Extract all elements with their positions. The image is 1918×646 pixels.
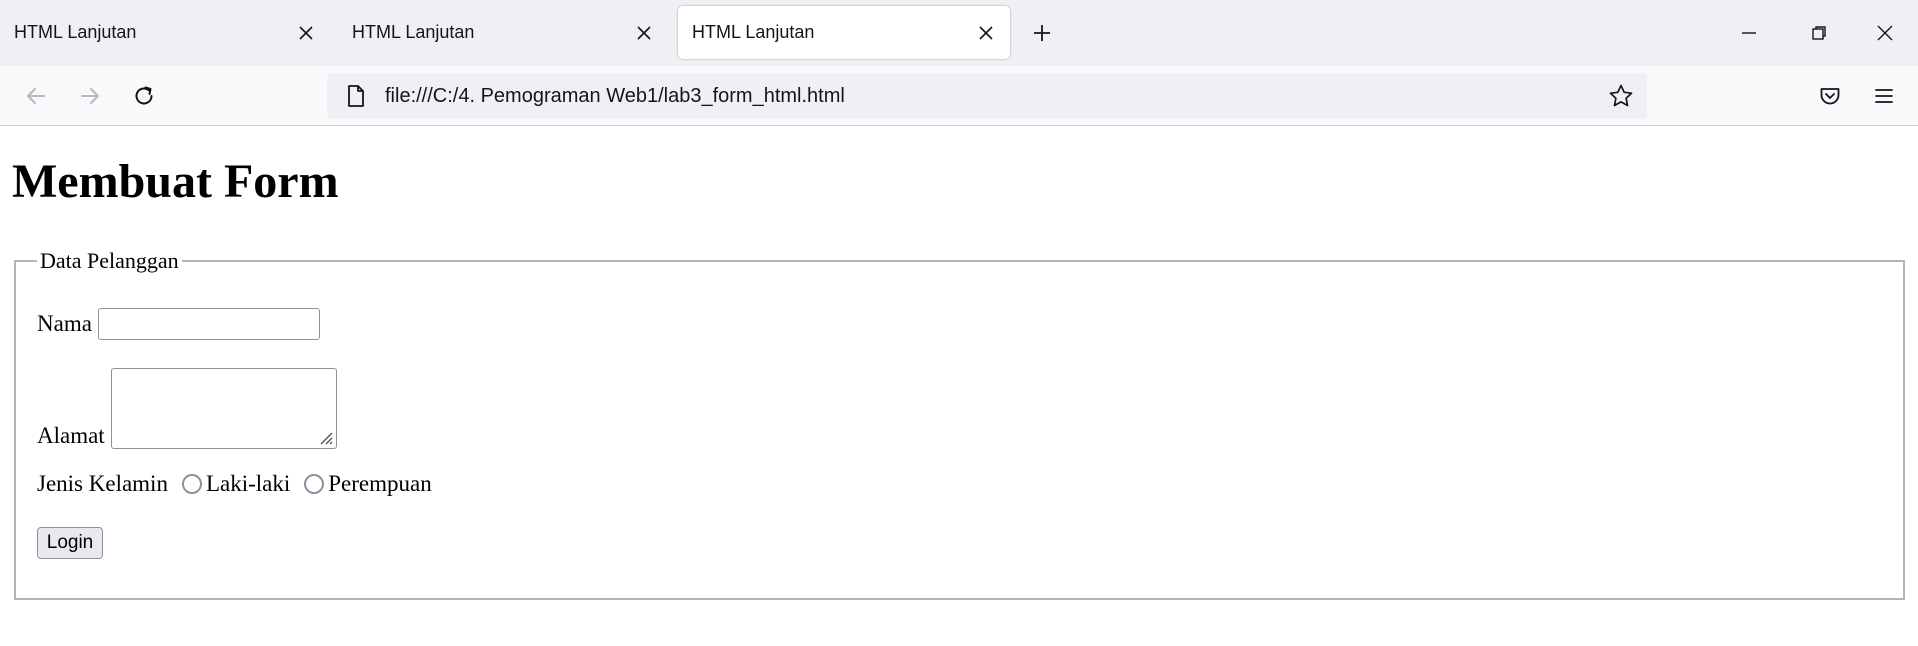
arrow-right-icon[interactable]: [70, 76, 110, 116]
login-button[interactable]: Login: [37, 527, 103, 559]
restore-icon[interactable]: [1796, 10, 1842, 56]
radio-label-perempuan[interactable]: Perempuan: [328, 471, 431, 497]
pocket-icon[interactable]: [1810, 76, 1850, 116]
nama-input[interactable]: [97, 308, 320, 340]
tab-title: HTML Lanjutan: [14, 22, 137, 42]
url-text[interactable]: file:///C:/4. Pemograman Web1/lab3_form_…: [385, 85, 1599, 108]
plus-icon[interactable]: [1024, 15, 1060, 51]
browser-tab[interactable]: HTML Lanjutan: [0, 6, 330, 59]
navigation-toolbar: file:///C:/4. Pemograman Web1/lab3_form_…: [0, 66, 1918, 126]
alamat-label: Alamat: [37, 423, 105, 448]
page-title: Membuat Form: [12, 155, 339, 208]
alamat-textarea[interactable]: [110, 368, 337, 449]
tab-title: HTML Lanjutan: [352, 22, 475, 42]
window-close-icon[interactable]: [1862, 10, 1908, 56]
customer-fieldset: Data Pelanggan Nama Alamat Jenis Kelamin…: [14, 248, 1905, 600]
tab-title: HTML Lanjutan: [692, 22, 815, 42]
radio-laki-laki[interactable]: [181, 474, 202, 494]
alamat-row: Alamat: [37, 368, 337, 449]
nama-label: Nama: [37, 311, 92, 336]
arrow-left-icon[interactable]: [16, 76, 56, 116]
tab-strip: HTML Lanjutan HTML Lanjutan HTML Lanjuta…: [0, 0, 1918, 66]
radio-perempuan[interactable]: [304, 474, 325, 494]
hamburger-menu-icon[interactable]: [1864, 76, 1904, 116]
jenis-kelamin-row: Jenis Kelamin Laki-laki Perempuan: [37, 471, 432, 497]
nama-row: Nama: [37, 308, 320, 340]
star-icon[interactable]: [1599, 74, 1643, 118]
jenis-kelamin-label: Jenis Kelamin: [37, 471, 168, 496]
browser-tab-active[interactable]: HTML Lanjutan: [678, 6, 1010, 59]
close-icon[interactable]: [968, 15, 1004, 51]
radio-label-laki-laki[interactable]: Laki-laki: [206, 471, 290, 497]
browser-tab[interactable]: HTML Lanjutan: [338, 6, 668, 59]
url-bar[interactable]: file:///C:/4. Pemograman Web1/lab3_form_…: [327, 73, 1647, 119]
close-icon[interactable]: [626, 15, 662, 51]
reload-icon[interactable]: [124, 76, 164, 116]
page-content: Membuat Form Data Pelanggan Nama Alamat …: [0, 127, 1918, 646]
close-icon[interactable]: [288, 15, 324, 51]
minimize-icon[interactable]: [1726, 10, 1772, 56]
fieldset-legend: Data Pelanggan: [37, 248, 182, 274]
page-icon[interactable]: [333, 73, 379, 119]
resize-grip-icon[interactable]: [317, 429, 333, 445]
